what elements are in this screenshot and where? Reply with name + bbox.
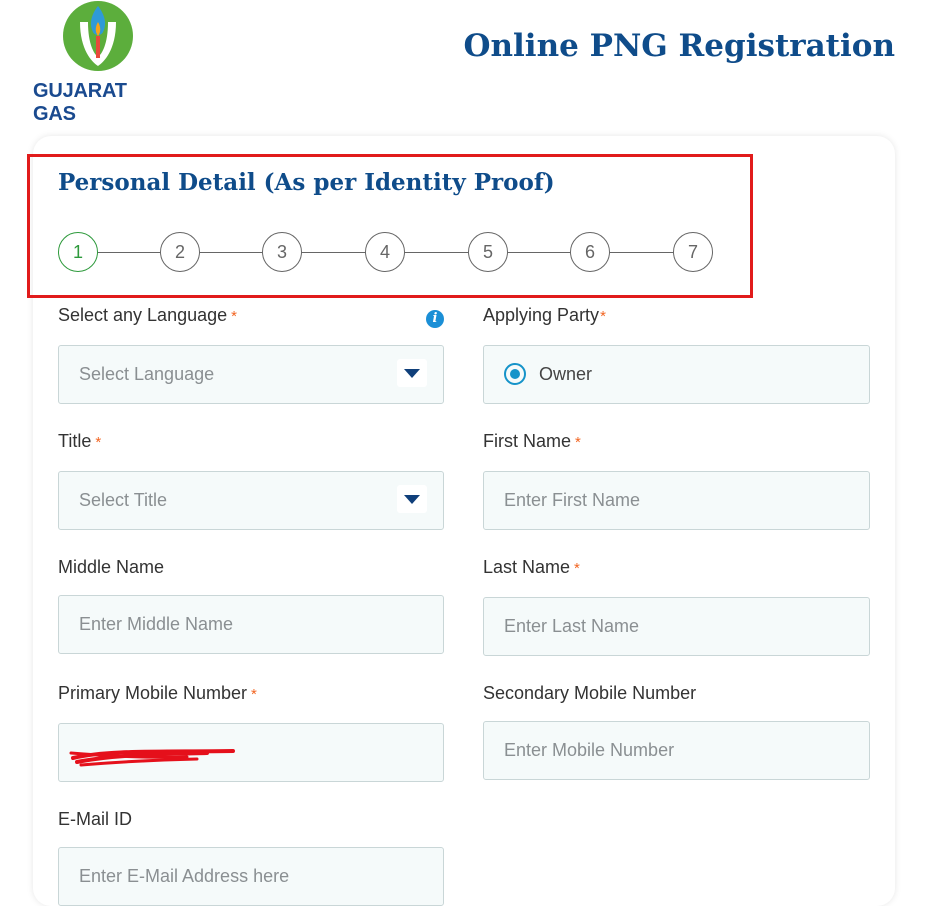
step-2[interactable]: 2 [160, 232, 200, 272]
logo-wordmark: GUJARAT GAS [33, 80, 127, 125]
first-name-label: First Name * [483, 431, 581, 452]
gujarat-gas-logo: GUJARAT GAS [32, 0, 172, 125]
title-label: Title * [58, 431, 101, 452]
section-title: Personal Detail (As per Identity Proof) [58, 169, 555, 196]
step-4[interactable]: 4 [365, 232, 405, 272]
primary-mobile-label: Primary Mobile Number * [58, 683, 257, 704]
step-3[interactable]: 3 [262, 232, 302, 272]
owner-radio-label[interactable]: Owner [539, 346, 592, 402]
info-icon[interactable]: i [426, 310, 444, 328]
applying-party-field: Owner [483, 345, 870, 404]
applying-party-label: Applying Party* [483, 305, 606, 326]
primary-mobile-input[interactable] [58, 723, 444, 782]
step-5[interactable]: 5 [468, 232, 508, 272]
email-input[interactable]: Enter E-Mail Address here [58, 847, 444, 906]
last-name-input[interactable]: Enter Last Name [483, 597, 870, 656]
required-mark: * [231, 308, 237, 325]
middle-name-placeholder: Enter Middle Name [79, 614, 234, 634]
radio-selected-icon[interactable] [504, 363, 526, 385]
title-select[interactable]: Select Title [58, 471, 444, 530]
middle-name-label-text: Middle Name [58, 557, 165, 577]
first-name-label-text: First Name [483, 431, 572, 451]
language-label: Select any Language * [58, 305, 237, 326]
registration-stepper: 1 2 3 4 5 6 7 [58, 232, 714, 274]
secondary-mobile-label: Secondary Mobile Number [483, 683, 696, 704]
step-1[interactable]: 1 [58, 232, 98, 272]
language-select[interactable]: Select Language [58, 345, 444, 404]
page-title: Online PNG Registration [463, 28, 895, 64]
primary-mobile-label-text: Primary Mobile Number [58, 683, 248, 703]
required-mark: * [574, 560, 580, 577]
required-mark: * [600, 308, 606, 325]
secondary-mobile-placeholder: Enter Mobile Number [504, 740, 675, 760]
first-name-placeholder: Enter First Name [504, 490, 641, 510]
last-name-label-text: Last Name [483, 557, 571, 577]
secondary-mobile-input[interactable]: Enter Mobile Number [483, 721, 870, 780]
applying-party-label-text: Applying Party [483, 305, 600, 325]
title-select-placeholder: Select Title [79, 490, 168, 510]
last-name-placeholder: Enter Last Name [504, 616, 640, 636]
chevron-down-icon[interactable] [397, 485, 427, 513]
email-label-text: E-Mail ID [58, 809, 133, 829]
middle-name-label: Middle Name [58, 557, 164, 578]
chevron-down-icon[interactable] [397, 359, 427, 387]
email-placeholder: Enter E-Mail Address here [79, 866, 290, 886]
language-select-placeholder: Select Language [79, 364, 215, 384]
redaction-scribble [69, 749, 235, 767]
required-mark: * [95, 434, 102, 451]
step-7[interactable]: 7 [673, 232, 713, 272]
first-name-input[interactable]: Enter First Name [483, 471, 870, 530]
last-name-label: Last Name * [483, 557, 580, 578]
language-label-text: Select any Language [58, 305, 228, 325]
required-mark: * [575, 434, 581, 451]
step-6[interactable]: 6 [570, 232, 610, 272]
gujarat-gas-flame-logo-icon [63, 1, 133, 71]
required-mark: * [251, 686, 257, 703]
email-label: E-Mail ID [58, 809, 132, 830]
middle-name-input[interactable]: Enter Middle Name [58, 595, 444, 654]
secondary-mobile-label-text: Secondary Mobile Number [483, 683, 697, 703]
title-label-text: Title [58, 431, 92, 451]
